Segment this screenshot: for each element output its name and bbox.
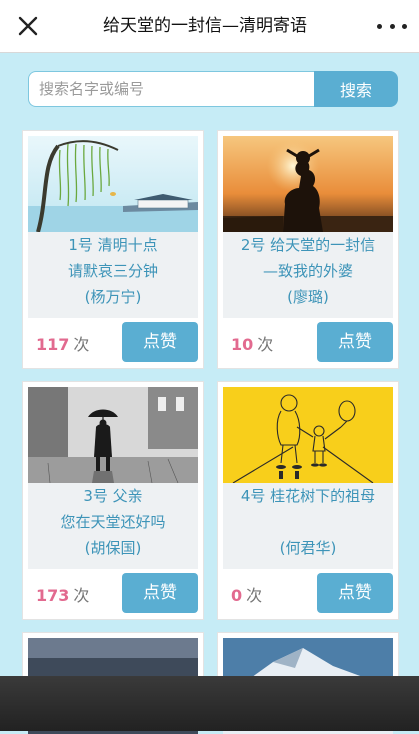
entry-author: (胡保国) [84,539,142,557]
entry-title: 1号 清明十点 [68,236,158,254]
entry-title: 2号 给天堂的一封信 [240,236,376,254]
like-count: 10 次 [231,331,273,355]
entry-subtitle: 您在天堂还好吗 [60,513,166,531]
entry-info: 3号 父亲 您在天堂还好吗 (胡保国) [28,483,198,569]
yellow-sketch-image [223,387,393,483]
like-count: 0次 [231,582,262,606]
like-button[interactable]: 点赞 [317,573,393,613]
entry-title: 4号 桂花树下的祖母 [240,487,376,505]
search-button[interactable]: 搜索 [314,71,398,107]
entry-subtitle [223,509,393,535]
sunset-silhouette-image [223,136,393,232]
page-title: 给天堂的一封信—清明寄语 [103,16,307,36]
like-count-unit: 次 [73,586,90,605]
like-count-value: 117 [36,335,70,354]
like-count: 117 次 [36,331,89,355]
like-count-value: 0 [231,586,243,605]
entry-info: 1号 清明十点 请默哀三分钟 (杨万宁) [28,232,198,318]
like-count-unit: 次 [246,586,263,605]
entry-author: (廖璐) [287,288,329,306]
like-count-unit: 次 [257,335,274,354]
entry-author: (杨万宁) [84,288,142,306]
entry-subtitle: —致我的外婆 [262,262,353,280]
entry-title: 3号 父亲 [83,487,143,505]
bottom-bar [0,676,419,731]
like-count-unit: 次 [73,335,90,354]
search-bar: 搜索 [28,71,398,107]
title-bar: 给天堂的一封信—清明寄语 [0,0,419,53]
entry-card-2[interactable]: 2号 给天堂的一封信 —致我的外婆 (廖璐) 10 次 点赞 [217,130,399,369]
entry-card-1[interactable]: 1号 清明十点 请默哀三分钟 (杨万宁) 117 次 点赞 [22,130,204,369]
willow-riverside-painting-image [28,136,198,232]
like-button[interactable]: 点赞 [122,322,198,362]
entry-author: (何君华) [279,539,337,557]
search-input[interactable] [28,71,314,107]
like-count: 173 次 [36,582,89,606]
like-button[interactable]: 点赞 [122,573,198,613]
like-button[interactable]: 点赞 [317,322,393,362]
like-count-value: 10 [231,335,254,354]
entry-info: 4号 桂花树下的祖母 (何君华) [223,483,393,569]
close-icon[interactable] [14,12,42,40]
rainy-street-image [28,387,198,483]
entry-subtitle: 请默哀三分钟 [67,262,158,280]
more-dots-icon[interactable] [377,14,407,38]
entry-info: 2号 给天堂的一封信 —致我的外婆 (廖璐) [223,232,393,318]
like-count-value: 173 [36,586,70,605]
entry-card-3[interactable]: 3号 父亲 您在天堂还好吗 (胡保国) 173 次 点赞 [22,381,204,620]
entry-card-4[interactable]: 4号 桂花树下的祖母 (何君华) 0次 点赞 [217,381,399,620]
